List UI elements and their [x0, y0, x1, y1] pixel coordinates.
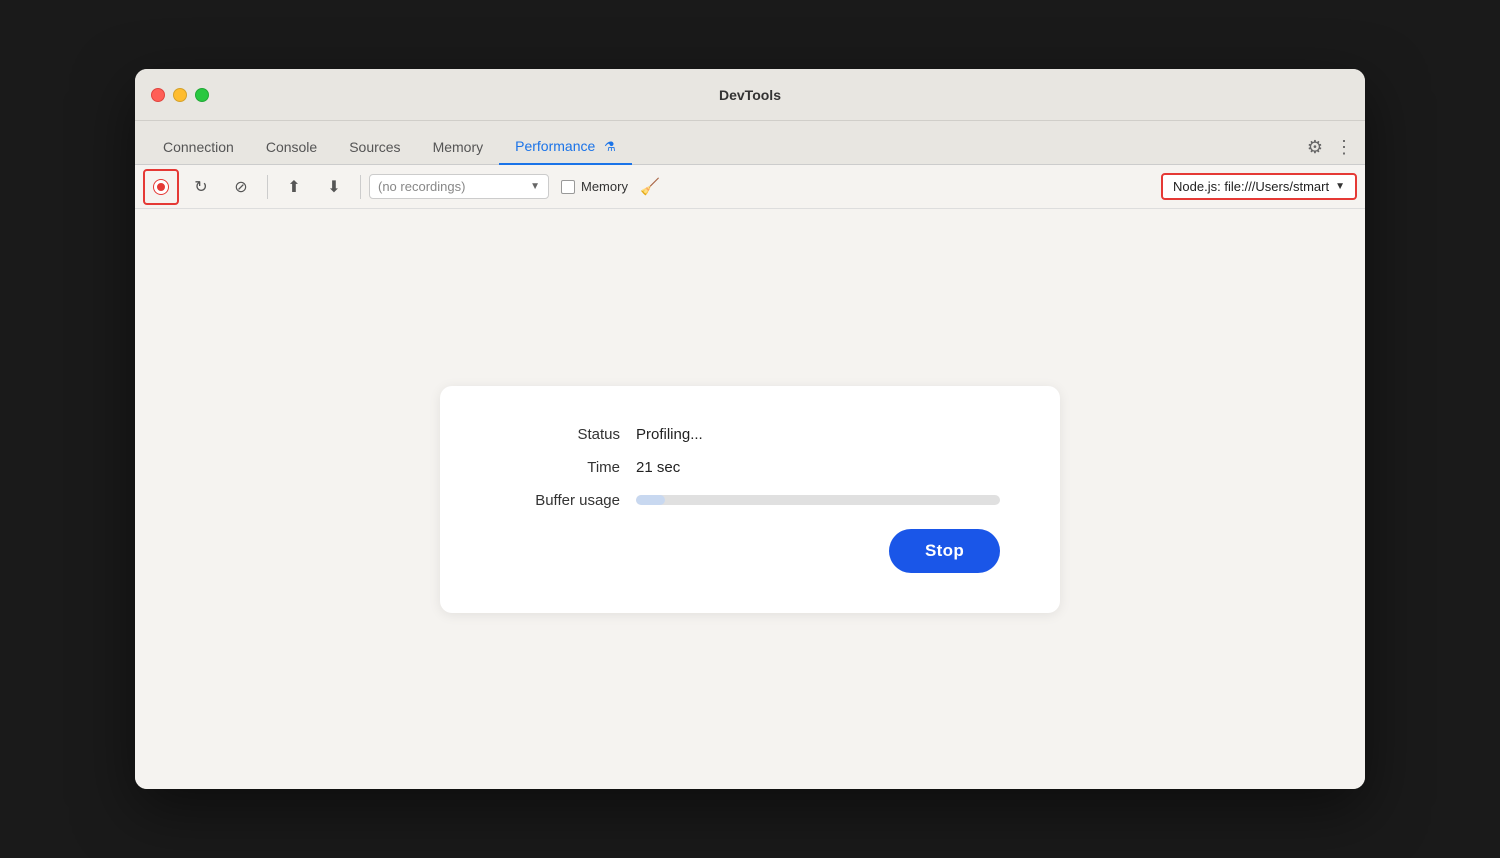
- tabbar: Connection Console Sources Memory Perfor…: [135, 121, 1365, 165]
- devtools-window: DevTools Connection Console Sources Memo…: [135, 69, 1365, 789]
- traffic-lights: [151, 88, 209, 102]
- status-value: Profiling...: [636, 426, 703, 443]
- buffer-row: Buffer usage: [500, 492, 1000, 509]
- clear-icon: ⊘: [234, 177, 247, 197]
- maximize-button[interactable]: [195, 88, 209, 102]
- memory-checkbox-area: Memory: [561, 179, 628, 194]
- recordings-label: (no recordings): [378, 179, 465, 194]
- node-label: Node.js: file:///Users/stmart: [1173, 179, 1329, 194]
- tab-console[interactable]: Console: [250, 131, 333, 165]
- broom-icon: 🧹: [640, 177, 660, 197]
- record-button[interactable]: [143, 169, 179, 205]
- reload-button[interactable]: ↻: [183, 169, 219, 205]
- record-icon: [154, 180, 168, 194]
- stop-btn-row: Stop: [500, 529, 1000, 573]
- status-card: Status Profiling... Time 21 sec Buffer u…: [440, 386, 1060, 613]
- memory-checkbox[interactable]: [561, 180, 575, 194]
- node-dropdown-arrow: ▼: [1335, 181, 1345, 192]
- tab-sources[interactable]: Sources: [333, 131, 416, 165]
- toolbar: ↻ ⊘ ⬆ ⬇ (no recordings) ▼ Memory 🧹 Node.…: [135, 165, 1365, 209]
- download-button[interactable]: ⬇: [316, 169, 352, 205]
- separator-1: [267, 175, 268, 199]
- time-label: Time: [500, 459, 620, 476]
- status-row: Status Profiling...: [500, 426, 1000, 443]
- window-title: DevTools: [719, 87, 781, 103]
- clear-button[interactable]: ⊘: [223, 169, 259, 205]
- more-options-icon[interactable]: ⋮: [1335, 137, 1353, 158]
- main-content: Status Profiling... Time 21 sec Buffer u…: [135, 209, 1365, 789]
- minimize-button[interactable]: [173, 88, 187, 102]
- upload-icon: ⬆: [287, 177, 300, 197]
- tabbar-actions: ⚙ ⋮: [1307, 137, 1353, 164]
- recordings-dropdown[interactable]: (no recordings) ▼: [369, 174, 549, 199]
- download-icon: ⬇: [327, 177, 340, 197]
- separator-2: [360, 175, 361, 199]
- buffer-label: Buffer usage: [500, 492, 620, 509]
- titlebar: DevTools: [135, 69, 1365, 121]
- performance-tab-icon: ⚗: [604, 139, 616, 154]
- buffer-bar-container: [636, 495, 1000, 505]
- upload-button[interactable]: ⬆: [276, 169, 312, 205]
- status-label: Status: [500, 426, 620, 443]
- recordings-dropdown-arrow: ▼: [530, 181, 540, 192]
- collect-garbage-button[interactable]: 🧹: [632, 169, 668, 205]
- time-row: Time 21 sec: [500, 459, 1000, 476]
- memory-label: Memory: [581, 179, 628, 194]
- time-value: 21 sec: [636, 459, 680, 476]
- buffer-bar-fill: [636, 495, 665, 505]
- node-selector[interactable]: Node.js: file:///Users/stmart ▼: [1161, 173, 1357, 200]
- close-button[interactable]: [151, 88, 165, 102]
- stop-button[interactable]: Stop: [889, 529, 1000, 573]
- reload-icon: ↻: [194, 177, 207, 197]
- tab-connection[interactable]: Connection: [147, 131, 250, 165]
- tab-performance[interactable]: Performance ⚗: [499, 130, 632, 165]
- tab-memory[interactable]: Memory: [417, 131, 500, 165]
- settings-icon[interactable]: ⚙: [1307, 137, 1323, 158]
